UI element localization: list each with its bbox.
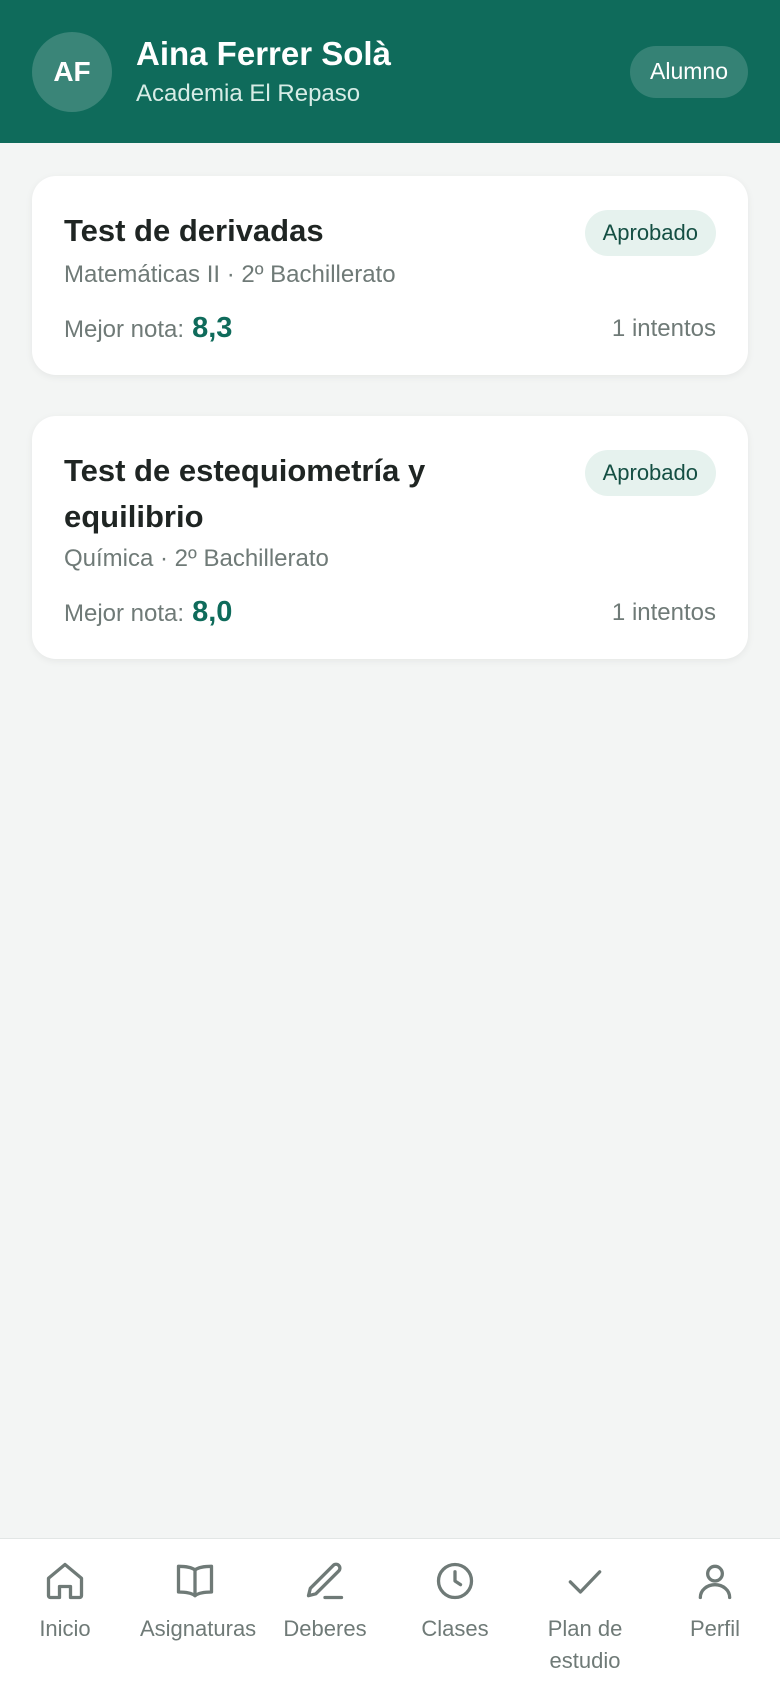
- best-score-label: Mejor nota:: [64, 316, 185, 343]
- nav-item-plan-de-estudio[interactable]: Plan de estudio: [520, 1539, 650, 1688]
- best-score-value: 8,0: [192, 596, 233, 628]
- user-name: Aina Ferrer Solà: [136, 34, 391, 72]
- test-title: Test de derivadas: [64, 213, 324, 248]
- status-badge: Aprobado: [584, 210, 716, 256]
- test-subtitle: Química · 2º Bachillerato: [64, 545, 329, 572]
- role-badge: Alumno: [630, 45, 748, 98]
- nav-item-inicio[interactable]: Inicio: [0, 1539, 130, 1688]
- home-icon: [43, 1559, 87, 1603]
- test-card[interactable]: Test de estequiometría y equilibrio Apro…: [32, 416, 748, 659]
- pencil-icon: [303, 1559, 347, 1603]
- best-score-value: 8,3: [192, 312, 233, 344]
- book-icon: [173, 1559, 217, 1603]
- status-badge: Aprobado: [584, 450, 716, 496]
- check-icon: [563, 1559, 607, 1603]
- nav-label: Plan de estudio: [547, 1616, 623, 1673]
- attempts-count: 1 intentos: [611, 314, 716, 342]
- bottom-nav: Inicio Asignaturas Deberes Clases Plan d…: [0, 1538, 780, 1688]
- card-footer: Mejor nota: 8,3 1 intentos: [64, 312, 716, 345]
- best-score-label: Mejor nota:: [64, 600, 185, 627]
- app-header: AF Aina Ferrer Solà Academia El Repaso A…: [0, 0, 780, 143]
- nav-label: Deberes: [283, 1616, 367, 1641]
- best-score: Mejor nota: 8,0: [64, 596, 232, 629]
- nav-label: Perfil: [689, 1616, 741, 1641]
- nav-label: Clases: [421, 1616, 489, 1641]
- avatar[interactable]: AF: [32, 31, 112, 112]
- user-info: Aina Ferrer Solà Academia El Repaso: [136, 34, 630, 110]
- best-score: Mejor nota: 8,3: [64, 312, 232, 345]
- nav-item-clases[interactable]: Clases: [390, 1539, 520, 1688]
- clock-icon: [433, 1559, 477, 1603]
- card-header: Test de estequiometría y equilibrio Apro…: [64, 448, 716, 540]
- nav-item-asignaturas[interactable]: Asignaturas: [130, 1539, 260, 1688]
- test-subtitle: Matemáticas II · 2º Bachillerato: [64, 261, 396, 288]
- card-header: Test de derivadas Aprobado: [64, 208, 716, 256]
- nav-item-deberes[interactable]: Deberes: [260, 1539, 390, 1688]
- academy-name: Academia El Repaso: [136, 79, 361, 107]
- nav-item-perfil[interactable]: Perfil: [650, 1539, 780, 1688]
- nav-label: Asignaturas: [140, 1616, 257, 1641]
- test-card[interactable]: Test de derivadas Aprobado Matemáticas I…: [32, 176, 748, 375]
- user-icon: [693, 1559, 737, 1603]
- attempts-count: 1 intentos: [611, 598, 716, 626]
- nav-label: Inicio: [39, 1616, 91, 1641]
- test-title: Test de estequiometría y equilibrio: [64, 453, 426, 534]
- card-footer: Mejor nota: 8,0 1 intentos: [64, 596, 716, 629]
